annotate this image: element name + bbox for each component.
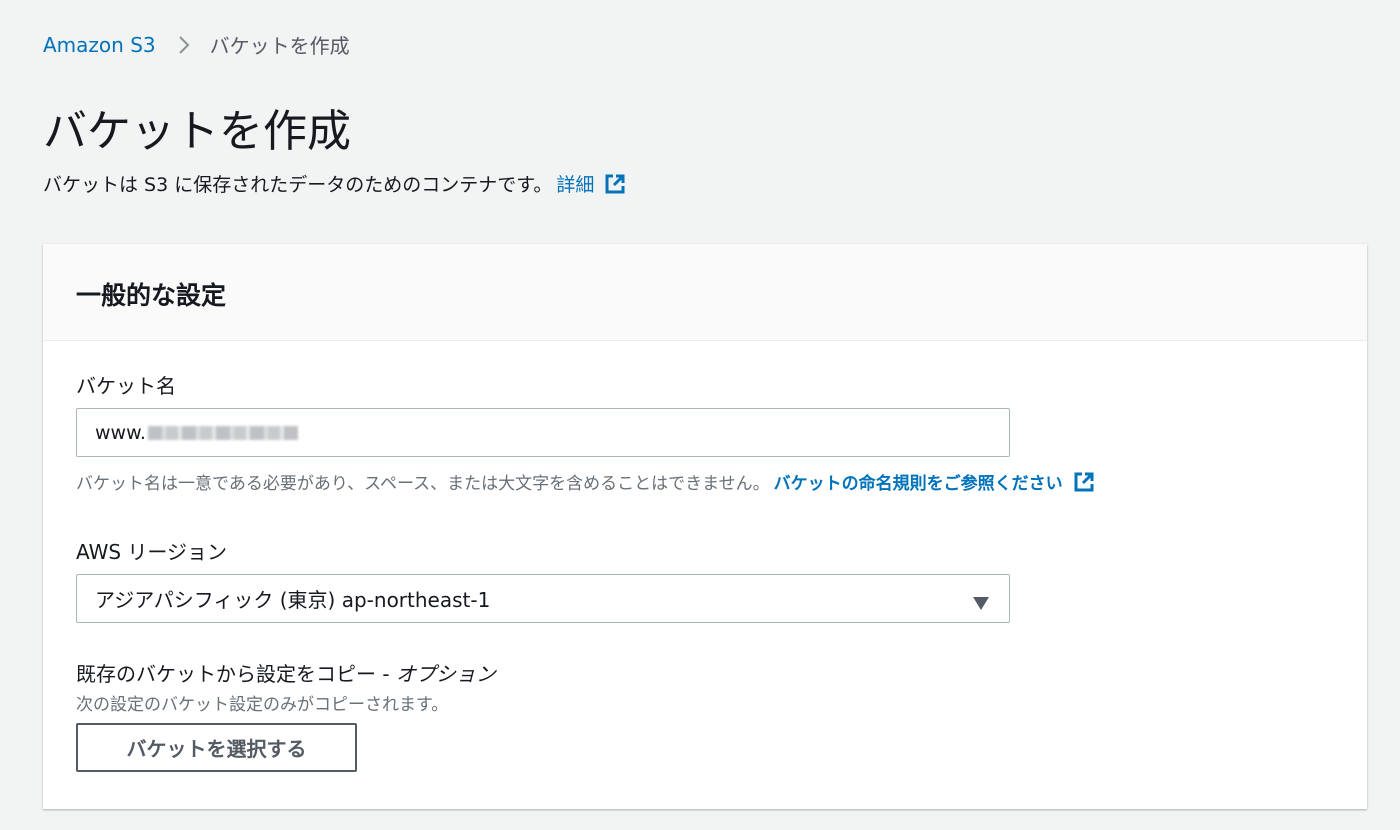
breadcrumb-current: バケットを作成 [209,34,350,58]
region-selected-value: アジアパシフィック (東京) ap-northeast-1 [95,588,491,612]
optional-tag: オプション [395,662,496,686]
bucket-name-hint-text: バケット名は一意である必要があり、スペース、または大文字を含めることはできません… [76,474,770,494]
page-title: バケットを作成 [43,106,351,157]
region-label: AWS リージョン [76,540,228,564]
copy-settings-description: 次の設定のバケット設定のみがコピーされます。 [76,695,449,715]
panel-header: 一般的な設定 [43,244,1367,341]
bucket-name-label: バケット名 [76,374,176,398]
naming-rules-link[interactable]: バケットの命名規則をご参照ください [774,469,1095,494]
external-link-icon [604,173,626,195]
external-link-icon [1073,471,1095,493]
general-settings-panel: 一般的な設定 バケット名 www. バケット名は一意である必要があり、スペース、… [43,244,1367,809]
choose-bucket-button[interactable]: バケットを選択する [76,723,357,772]
bucket-name-hint: バケット名は一意である必要があり、スペース、または大文字を含めることはできません… [76,469,1095,494]
redacted-text [147,425,298,440]
bucket-name-value: www. [95,421,146,444]
naming-rules-link-label: バケットの命名規則をご参照ください [773,474,1063,494]
info-link[interactable]: 詳細 [556,170,626,197]
copy-settings-label: 既存のバケットから設定をコピー - オプション [76,658,496,687]
copy-settings-label-text: 既存のバケットから設定をコピー - [76,662,396,686]
info-link-label: 詳細 [556,174,595,196]
region-select[interactable]: アジアパシフィック (東京) ap-northeast-1 [76,574,1010,623]
page-description: バケットは S3 に保存されたデータのためのコンテナです。 詳細 [43,170,626,197]
page-description-text: バケットは S3 に保存されたデータのためのコンテナです。 [43,174,553,196]
caret-down-icon [973,591,989,615]
breadcrumb: Amazon S3 バケットを作成 [43,30,350,59]
chevron-right-icon [178,35,190,55]
bucket-name-input[interactable]: www. [76,408,1010,457]
panel-title: 一般的な設定 [76,281,227,310]
breadcrumb-amazon-s3-link[interactable]: Amazon S3 [43,33,156,57]
